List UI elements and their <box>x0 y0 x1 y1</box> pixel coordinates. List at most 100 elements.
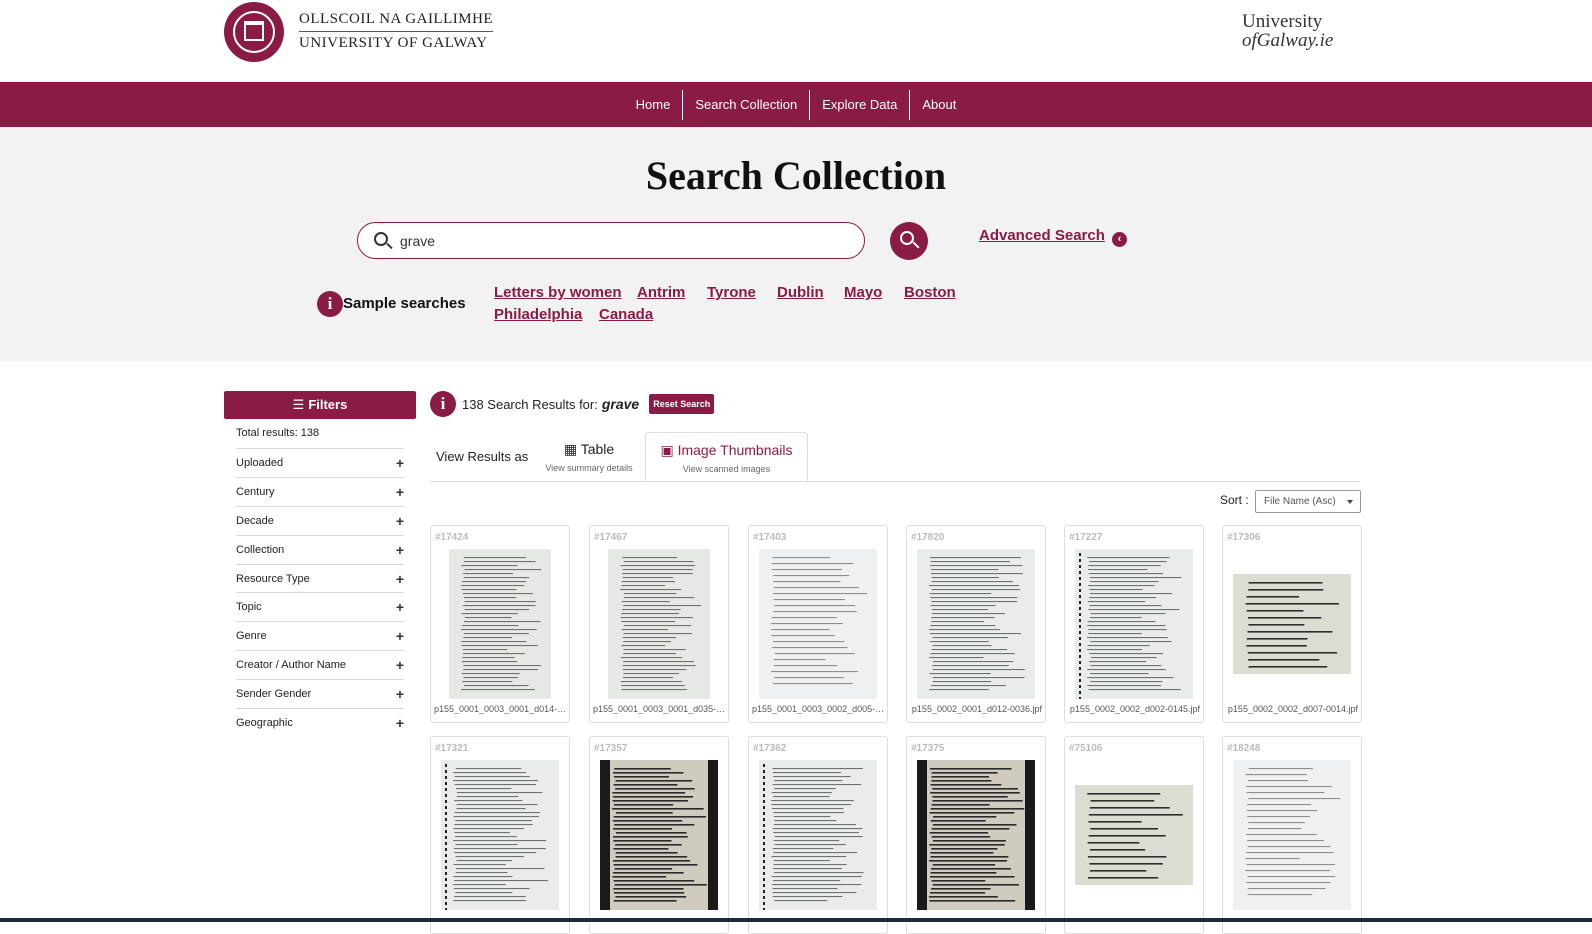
nav-search-collection[interactable]: Search Collection <box>683 89 811 120</box>
thumbnail-filename: p155_0002_0002_d007-0014.jpf <box>1227 704 1359 714</box>
logo-irish-name: OLLSCOIL NA GAILLIMHE <box>299 11 494 32</box>
thumbnail-card[interactable]: #18248 <box>1222 736 1362 934</box>
sample-search-link[interactable]: Dublin <box>777 284 824 301</box>
right-logo-line1: University <box>1242 11 1323 32</box>
document-scan-image[interactable] <box>1233 760 1351 910</box>
thumbnail-id: #18248 <box>1227 743 1261 754</box>
filter-collection[interactable]: Collection + <box>236 534 404 564</box>
tab-table[interactable]: ▦ Table View summary details <box>537 432 641 482</box>
tab-image-thumbnails[interactable]: ▣ Image Thumbnails View scanned images <box>645 432 808 482</box>
info-icon: i <box>317 291 343 317</box>
filter-label: Collection <box>236 543 285 556</box>
filters-button[interactable]: ☰ Filters <box>224 391 416 419</box>
thumbnail-filename: p155_0002_0002_d002-0145.jpf <box>1069 704 1201 714</box>
thumbnail-id: #17227 <box>1069 532 1103 543</box>
university-site-logo[interactable]: University ofGalway.ie <box>1242 12 1333 50</box>
thumbnail-card[interactable]: #17467 p155_0001_0003_0001_d035-009... <box>589 525 729 723</box>
document-scan-image[interactable] <box>1075 760 1193 910</box>
thumbnail-card[interactable]: #17362 <box>748 736 888 934</box>
search-icon <box>900 231 914 245</box>
filter-label: Uploaded <box>236 456 284 469</box>
tab-thumbs-label: Image Thumbnails <box>677 442 793 458</box>
reset-search-button[interactable]: Reset Search <box>649 394 715 414</box>
sample-search-link[interactable]: Tyrone <box>707 284 756 301</box>
sort-select[interactable]: File Name (Asc) <box>1255 490 1361 513</box>
plus-icon: + <box>395 541 404 558</box>
document-scan-image[interactable] <box>1075 549 1193 699</box>
plus-icon: + <box>395 628 404 645</box>
search-box[interactable] <box>357 222 865 259</box>
nav-explore-data[interactable]: Explore Data <box>810 89 911 120</box>
nav-home[interactable]: Home <box>624 89 684 120</box>
filter-label: Resource Type <box>236 572 310 585</box>
results-count: 138 Search Results for: <box>462 396 598 412</box>
search-input[interactable] <box>400 231 840 251</box>
advanced-search-link[interactable]: Advanced Search <box>979 227 1105 244</box>
filter-label: Creator / Author Name <box>236 659 347 672</box>
sort-label: Sort : <box>1220 493 1249 507</box>
search-button[interactable] <box>890 222 928 260</box>
thumbnail-card[interactable]: #17357 <box>589 736 729 934</box>
filter-century[interactable]: Century + <box>236 476 404 506</box>
plus-icon: + <box>395 512 404 529</box>
filter-creator-author[interactable]: Creator / Author Name + <box>236 650 404 679</box>
document-scan-image[interactable] <box>600 549 718 699</box>
sample-search-link[interactable]: Boston <box>904 284 956 301</box>
thumbnail-id: #17820 <box>911 532 945 543</box>
thumbnail-filename: p155_0001_0003_0001_d014-003... <box>434 704 570 714</box>
sample-searches-label: Sample searches <box>343 295 466 312</box>
sample-search-link[interactable]: Letters by women <box>494 284 622 301</box>
sample-search-link[interactable]: Antrim <box>637 284 685 301</box>
document-scan-image[interactable] <box>759 549 877 699</box>
image-icon: ▣ <box>660 442 674 458</box>
thumbnail-filename: p155_0002_0001_d012-0036.jpf <box>911 704 1043 714</box>
document-scan-image[interactable] <box>759 760 877 910</box>
tab-divider <box>430 481 1360 482</box>
chevron-left-icon[interactable]: ‹ <box>1112 232 1127 247</box>
thumbnail-card[interactable]: #17403 p155_0001_0003_0002_d005-001... <box>748 525 888 723</box>
filter-label: Century <box>236 485 275 498</box>
university-wordmark[interactable]: OLLSCOIL NA GAILLIMHE UNIVERSITY OF GALW… <box>299 11 494 52</box>
document-scan-image[interactable] <box>441 549 559 699</box>
filter-decade[interactable]: Decade + <box>236 505 404 535</box>
document-scan-image[interactable] <box>917 549 1035 699</box>
logo-english-name: UNIVERSITY OF GALWAY <box>299 35 488 51</box>
thumbnail-id: #17306 <box>1227 532 1261 543</box>
filter-uploaded[interactable]: Uploaded + <box>236 448 404 477</box>
sample-search-link[interactable]: Mayo <box>844 284 882 301</box>
thumbnail-id: #17375 <box>911 743 945 754</box>
thumbnail-id: #17321 <box>435 743 469 754</box>
thumbnail-card[interactable]: #17321 <box>430 736 570 934</box>
plus-icon: + <box>395 714 404 731</box>
plus-icon: + <box>395 599 404 616</box>
document-scan-image[interactable] <box>441 760 559 910</box>
filters-label: Filters <box>308 397 348 412</box>
document-scan-image[interactable] <box>917 760 1035 910</box>
filter-label: Geographic <box>236 716 293 729</box>
nav-about[interactable]: About <box>910 90 968 120</box>
filter-label: Decade <box>236 514 274 527</box>
document-scan-image[interactable] <box>1233 549 1351 699</box>
page-title: Search Collection <box>645 153 947 198</box>
sample-search-link[interactable]: Canada <box>599 306 653 323</box>
thumbnail-card[interactable]: #17820 p155_0002_0001_d012-0036.jpf <box>906 525 1046 723</box>
sample-search-link[interactable]: Philadelphia <box>494 306 582 323</box>
filter-genre[interactable]: Genre + <box>236 621 404 650</box>
thumbnail-id: #17362 <box>753 743 787 754</box>
filter-topic[interactable]: Topic + <box>236 592 404 621</box>
document-scan-image[interactable] <box>600 760 718 910</box>
thumbnail-card[interactable]: #17306 p155_0002_0002_d007-0014.jpf <box>1222 525 1362 723</box>
info-icon: i <box>430 391 456 417</box>
tab-table-label: Table <box>580 441 615 457</box>
filter-geographic[interactable]: Geographic + <box>236 708 404 737</box>
right-logo-line2: ofGalway.ie <box>1242 30 1334 51</box>
thumbnail-card[interactable]: #75106 <box>1064 736 1204 934</box>
results-header: i 138 Search Results for: grave Reset Se… <box>430 391 715 417</box>
filter-label: Sender Gender <box>236 688 312 701</box>
university-seal-logo[interactable] <box>224 2 284 62</box>
thumbnail-card[interactable]: #17227 p155_0002_0002_d002-0145.jpf <box>1064 525 1204 723</box>
filter-sender-gender[interactable]: Sender Gender + <box>236 679 404 708</box>
thumbnail-card[interactable]: #17424 p155_0001_0003_0001_d014-003... <box>430 525 570 723</box>
thumbnail-card[interactable]: #17375 <box>906 736 1046 934</box>
filter-resource-type[interactable]: Resource Type + <box>236 563 404 593</box>
